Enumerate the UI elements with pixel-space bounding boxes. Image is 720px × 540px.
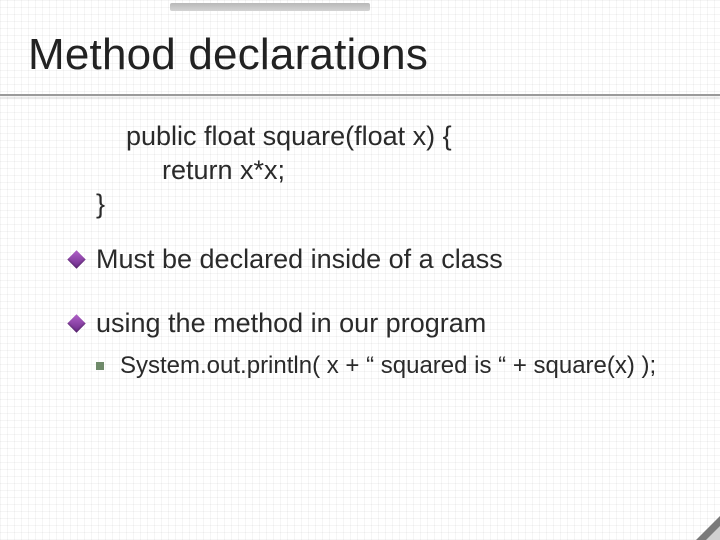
bullet-item-1: Must be declared inside of a class bbox=[70, 243, 690, 277]
corner-fold-icon bbox=[696, 516, 720, 540]
bullet-item-2: using the method in our program bbox=[70, 307, 690, 341]
sub-bullet-item-1: System.out.println( x + “ squared is “ +… bbox=[96, 351, 690, 381]
sub-bullet-text-1: System.out.println( x + “ squared is “ +… bbox=[120, 352, 656, 379]
bullet-text-1: Must be declared inside of a class bbox=[96, 244, 503, 274]
decorative-top-bar bbox=[170, 3, 370, 11]
title-underline bbox=[0, 94, 720, 96]
code-line-3: } bbox=[96, 188, 690, 222]
code-line-2: return x*x; bbox=[162, 154, 690, 188]
diamond-bullet-icon bbox=[67, 251, 85, 269]
slide: Method declarations public float square(… bbox=[0, 0, 720, 540]
slide-title: Method declarations bbox=[28, 30, 428, 80]
square-bullet-icon bbox=[96, 362, 104, 370]
code-block: public float square(float x) { return x*… bbox=[126, 120, 690, 221]
diamond-bullet-icon bbox=[67, 314, 85, 332]
bullet-text-2: using the method in our program bbox=[96, 308, 486, 338]
slide-body: public float square(float x) { return x*… bbox=[70, 120, 690, 381]
code-line-1: public float square(float x) { bbox=[126, 120, 690, 154]
